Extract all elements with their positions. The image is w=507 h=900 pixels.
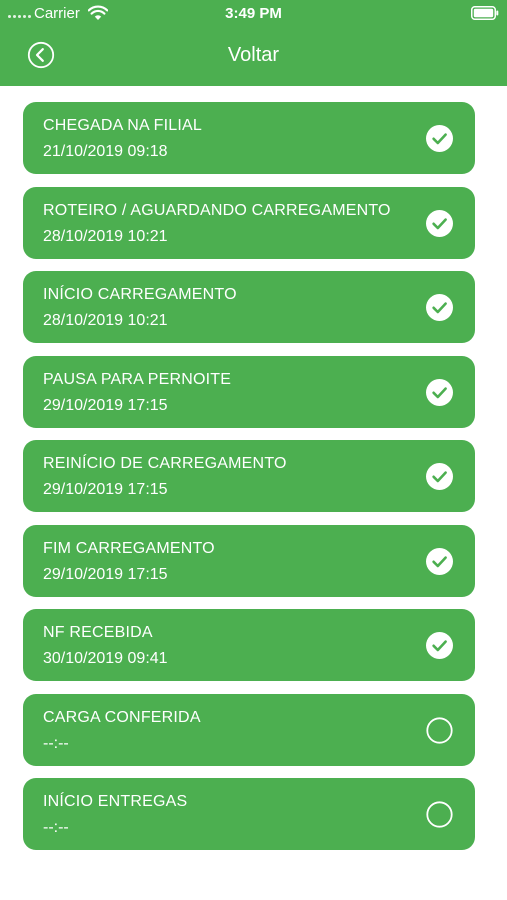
step-card[interactable]: FIM CARREGAMENTO 29/10/2019 17:15 bbox=[23, 524, 475, 597]
step-date: 29/10/2019 17:15 bbox=[43, 565, 168, 583]
step-title: FIM CARREGAMENTO bbox=[43, 539, 215, 557]
step-title: REINÍCIO DE CARREGAMENTO bbox=[43, 455, 287, 472]
step-title: CARGA CONFERIDA bbox=[43, 708, 201, 726]
step-date: 29/10/2019 17:15 bbox=[43, 481, 168, 498]
step-title: CHEGADA NA FILIAL bbox=[43, 117, 203, 134]
check-circle-icon bbox=[426, 125, 453, 152]
step-date: 28/10/2019 10:21 bbox=[43, 312, 168, 329]
page-title: Voltar bbox=[227, 44, 280, 66]
status-bar: Carrier 3:49 PM bbox=[0, 0, 507, 28]
status-time: 3:49 PM bbox=[225, 5, 282, 22]
step-date: 28/10/2019 10:21 bbox=[43, 227, 168, 245]
step-card[interactable]: INÍCIO ENTREGAS --:-- bbox=[23, 778, 475, 850]
check-circle-icon bbox=[426, 547, 453, 575]
step-card[interactable]: INÍCIO CARREGAMENTO 28/10/2019 10:21 bbox=[23, 271, 475, 343]
step-date: 29/10/2019 17:15 bbox=[43, 396, 168, 414]
check-circle-icon bbox=[426, 378, 453, 406]
step-card[interactable]: CHEGADA NA FILIAL 21/10/2019 09:18 bbox=[23, 102, 475, 174]
app-header: Carrier 3:49 PM Voltar bbox=[0, 0, 507, 86]
step-date: --:-- bbox=[43, 819, 69, 836]
step-date: 21/10/2019 09:18 bbox=[43, 143, 168, 160]
check-circle-icon bbox=[426, 294, 453, 321]
check-circle-icon bbox=[426, 209, 453, 237]
step-title: PAUSA PARA PERNOITE bbox=[43, 370, 232, 388]
step-card[interactable]: CARGA CONFERIDA --:-- bbox=[23, 693, 475, 766]
empty-circle-icon bbox=[426, 716, 453, 744]
check-circle-icon bbox=[426, 632, 453, 659]
empty-circle-icon bbox=[426, 801, 453, 828]
step-card[interactable]: REINÍCIO DE CARREGAMENTO 29/10/2019 17:15 bbox=[23, 440, 475, 512]
check-circle-icon bbox=[426, 463, 453, 490]
step-date: 30/10/2019 09:41 bbox=[43, 650, 168, 667]
step-title: INÍCIO CARREGAMENTO bbox=[43, 286, 237, 303]
step-card[interactable]: PAUSA PARA PERNOITE 29/10/2019 17:15 bbox=[23, 355, 475, 428]
step-title: ROTEIRO / AGUARDANDO CARREGAMENTO bbox=[43, 201, 391, 219]
step-title: INÍCIO ENTREGAS bbox=[43, 793, 188, 810]
steps-list: CHEGADA NA FILIAL 21/10/2019 09:18 ROTEIRO… bbox=[23, 102, 475, 863]
step-title: NF RECEBIDA bbox=[43, 624, 153, 641]
step-date: --:-- bbox=[43, 734, 69, 752]
battery-icon bbox=[471, 6, 499, 20]
step-card[interactable]: ROTEIRO / AGUARDANDO CARREGAMENTO 28/10/2… bbox=[23, 186, 475, 259]
step-card[interactable]: NF RECEBIDA 30/10/2019 09:41 bbox=[23, 609, 475, 681]
